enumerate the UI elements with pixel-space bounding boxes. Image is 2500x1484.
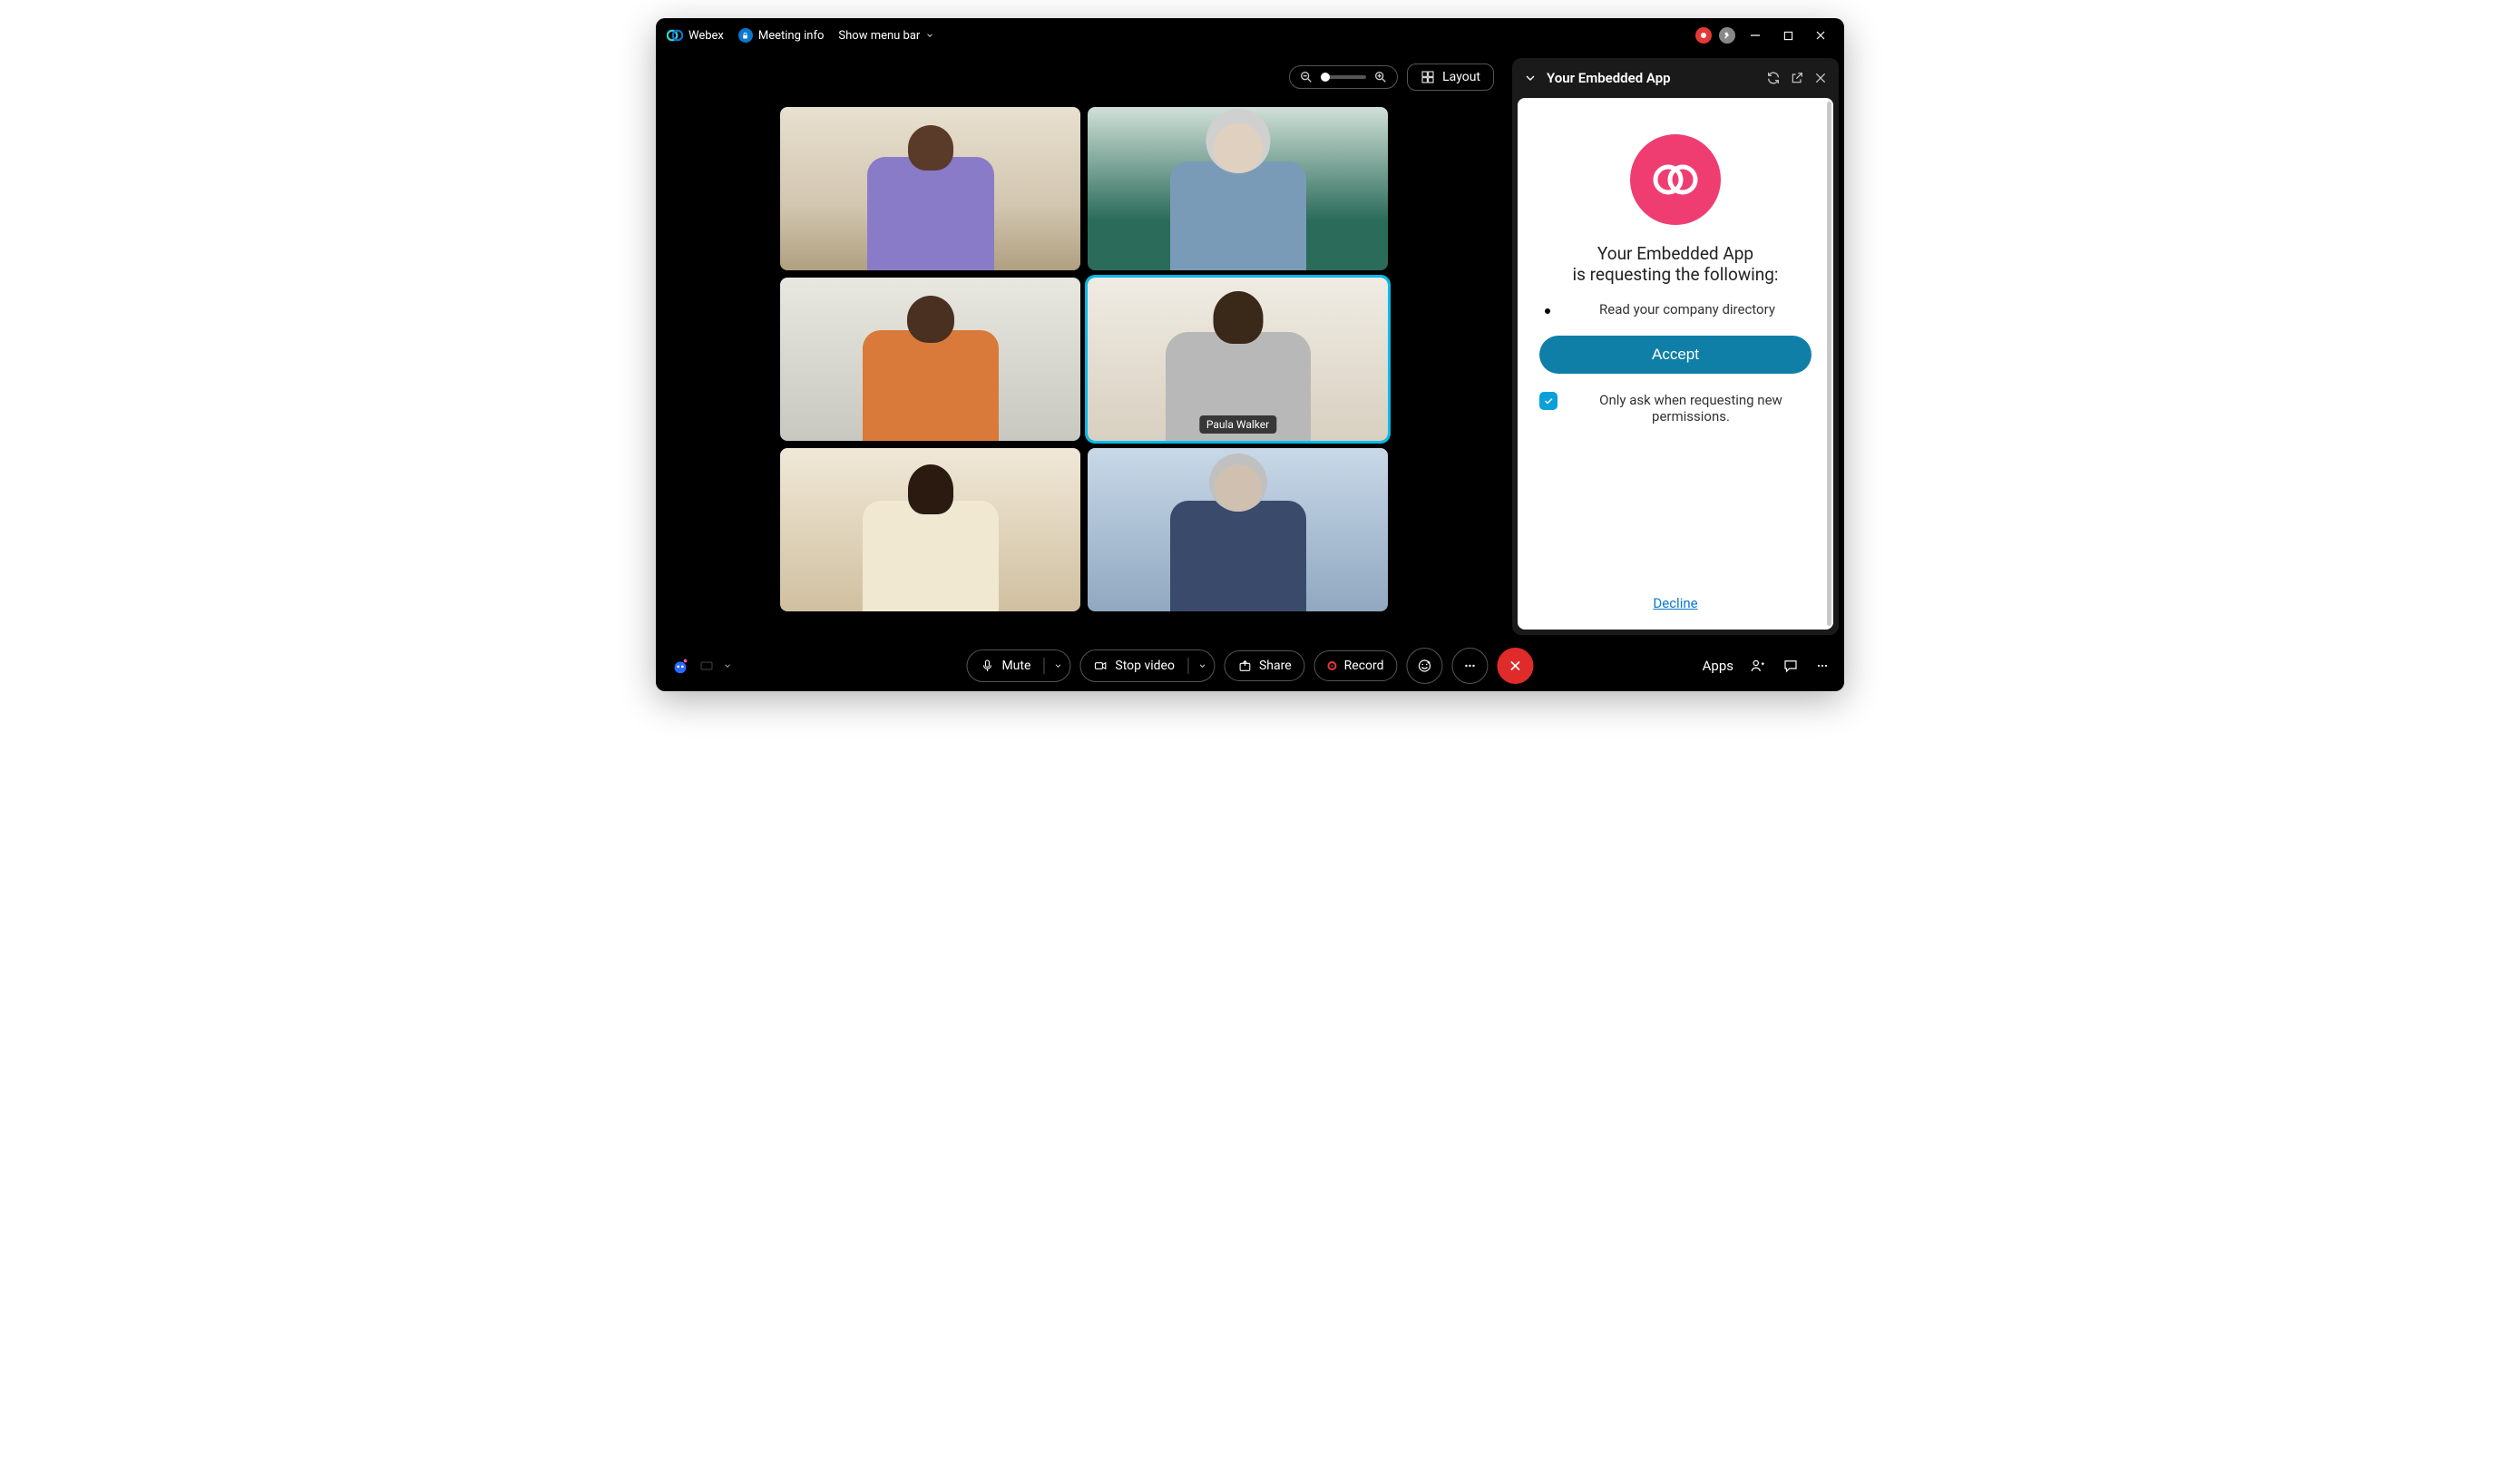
participant-tile[interactable] — [1088, 448, 1388, 611]
embedded-app-panel: Your Embedded App Your Embedded App is r… — [1512, 58, 1839, 635]
titlebar: Webex Meeting info Show menu bar — [656, 18, 1844, 53]
record-label: Record — [1344, 659, 1384, 673]
more-panels-icon[interactable] — [1815, 659, 1830, 673]
participant-tile[interactable] — [780, 448, 1080, 611]
layout-grid-icon — [1421, 70, 1435, 84]
permission-app-name: Your Embedded App — [1597, 243, 1753, 264]
mic-icon — [980, 659, 994, 673]
top-controls: Layout — [1289, 63, 1494, 91]
app-name-label: Webex — [688, 29, 724, 43]
layout-label: Layout — [1442, 70, 1480, 84]
window-minimize-button[interactable] — [1743, 23, 1768, 48]
pop-out-icon[interactable] — [1790, 71, 1804, 85]
smile-icon — [1417, 658, 1433, 674]
participants-icon[interactable] — [1750, 658, 1766, 674]
encryption-key-icon[interactable] — [1719, 27, 1735, 44]
camera-icon — [1093, 659, 1108, 673]
participant-tile[interactable] — [1088, 107, 1388, 270]
record-icon — [1328, 661, 1337, 670]
zoom-out-icon[interactable] — [1299, 70, 1313, 84]
permission-item: Read your company directory — [1539, 301, 1812, 317]
chevron-down-icon[interactable] — [1523, 71, 1538, 85]
dots-icon — [1463, 659, 1478, 673]
zoom-slider[interactable] — [1321, 75, 1366, 79]
chevron-down-icon — [925, 31, 934, 40]
mute-button[interactable]: Mute — [966, 649, 1070, 682]
mute-label: Mute — [1001, 659, 1030, 673]
stop-video-button[interactable]: Stop video — [1079, 649, 1215, 682]
meeting-info-label: Meeting info — [758, 29, 825, 43]
share-icon — [1237, 659, 1252, 673]
window-maximize-button[interactable] — [1775, 23, 1801, 48]
only-ask-label: Only ask when requesting new permissions… — [1570, 392, 1812, 425]
share-button[interactable]: Share — [1224, 650, 1305, 681]
stop-video-label: Stop video — [1115, 659, 1175, 673]
more-options-button[interactable] — [1452, 648, 1489, 684]
permission-text: Read your company directory — [1563, 301, 1812, 317]
chevron-down-icon[interactable] — [723, 661, 732, 670]
panel-body: Your Embedded App is requesting the foll… — [1518, 98, 1833, 630]
layout-button[interactable]: Layout — [1407, 63, 1494, 91]
chevron-down-icon[interactable] — [1053, 661, 1062, 670]
panel-title: Your Embedded App — [1547, 70, 1671, 86]
caption-icon[interactable] — [699, 659, 714, 673]
video-grid: Paula Walker — [780, 107, 1388, 611]
lock-icon — [738, 28, 753, 43]
close-icon — [1508, 658, 1524, 674]
permission-request-line: is requesting the following: — [1573, 264, 1779, 285]
window-close-button[interactable] — [1808, 23, 1833, 48]
panel-header: Your Embedded App — [1512, 58, 1839, 98]
webex-logo-icon — [667, 27, 683, 44]
only-ask-checkbox[interactable] — [1539, 392, 1558, 410]
app-brand: Webex — [667, 27, 724, 44]
reactions-button[interactable] — [1407, 648, 1443, 684]
chevron-down-icon[interactable] — [1197, 661, 1206, 670]
video-area: Layout Paula Walker — [656, 53, 1512, 640]
close-icon[interactable] — [1813, 71, 1828, 85]
zoom-control[interactable] — [1289, 65, 1398, 89]
meeting-info-button[interactable]: Meeting info — [738, 28, 825, 43]
only-ask-row: Only ask when requesting new permissions… — [1539, 392, 1812, 425]
participant-tile-active[interactable]: Paula Walker — [1088, 278, 1388, 441]
participant-name-tag: Paula Walker — [1199, 415, 1276, 434]
main-area: Layout Paula Walker Your Embedded App — [656, 53, 1844, 640]
app-window: Webex Meeting info Show menu bar — [656, 18, 1844, 691]
bullet-icon — [1545, 308, 1550, 314]
recording-indicator-icon[interactable] — [1695, 27, 1712, 44]
chat-icon[interactable] — [1782, 658, 1799, 674]
assistant-icon[interactable] — [670, 656, 690, 676]
record-button[interactable]: Record — [1314, 650, 1398, 681]
share-label: Share — [1259, 659, 1292, 673]
accept-button[interactable]: Accept — [1539, 336, 1812, 374]
bottombar: Mute Stop video Share Record — [656, 640, 1844, 691]
zoom-in-icon[interactable] — [1373, 70, 1388, 84]
end-call-button[interactable] — [1498, 648, 1534, 684]
show-menu-label: Show menu bar — [838, 29, 920, 43]
app-logo-icon — [1630, 134, 1721, 225]
apps-button[interactable]: Apps — [1703, 658, 1733, 674]
show-menu-bar-button[interactable]: Show menu bar — [838, 29, 934, 43]
participant-tile[interactable] — [780, 107, 1080, 270]
decline-link[interactable]: Decline — [1653, 595, 1697, 611]
participant-tile[interactable] — [780, 278, 1080, 441]
refresh-icon[interactable] — [1766, 71, 1781, 85]
